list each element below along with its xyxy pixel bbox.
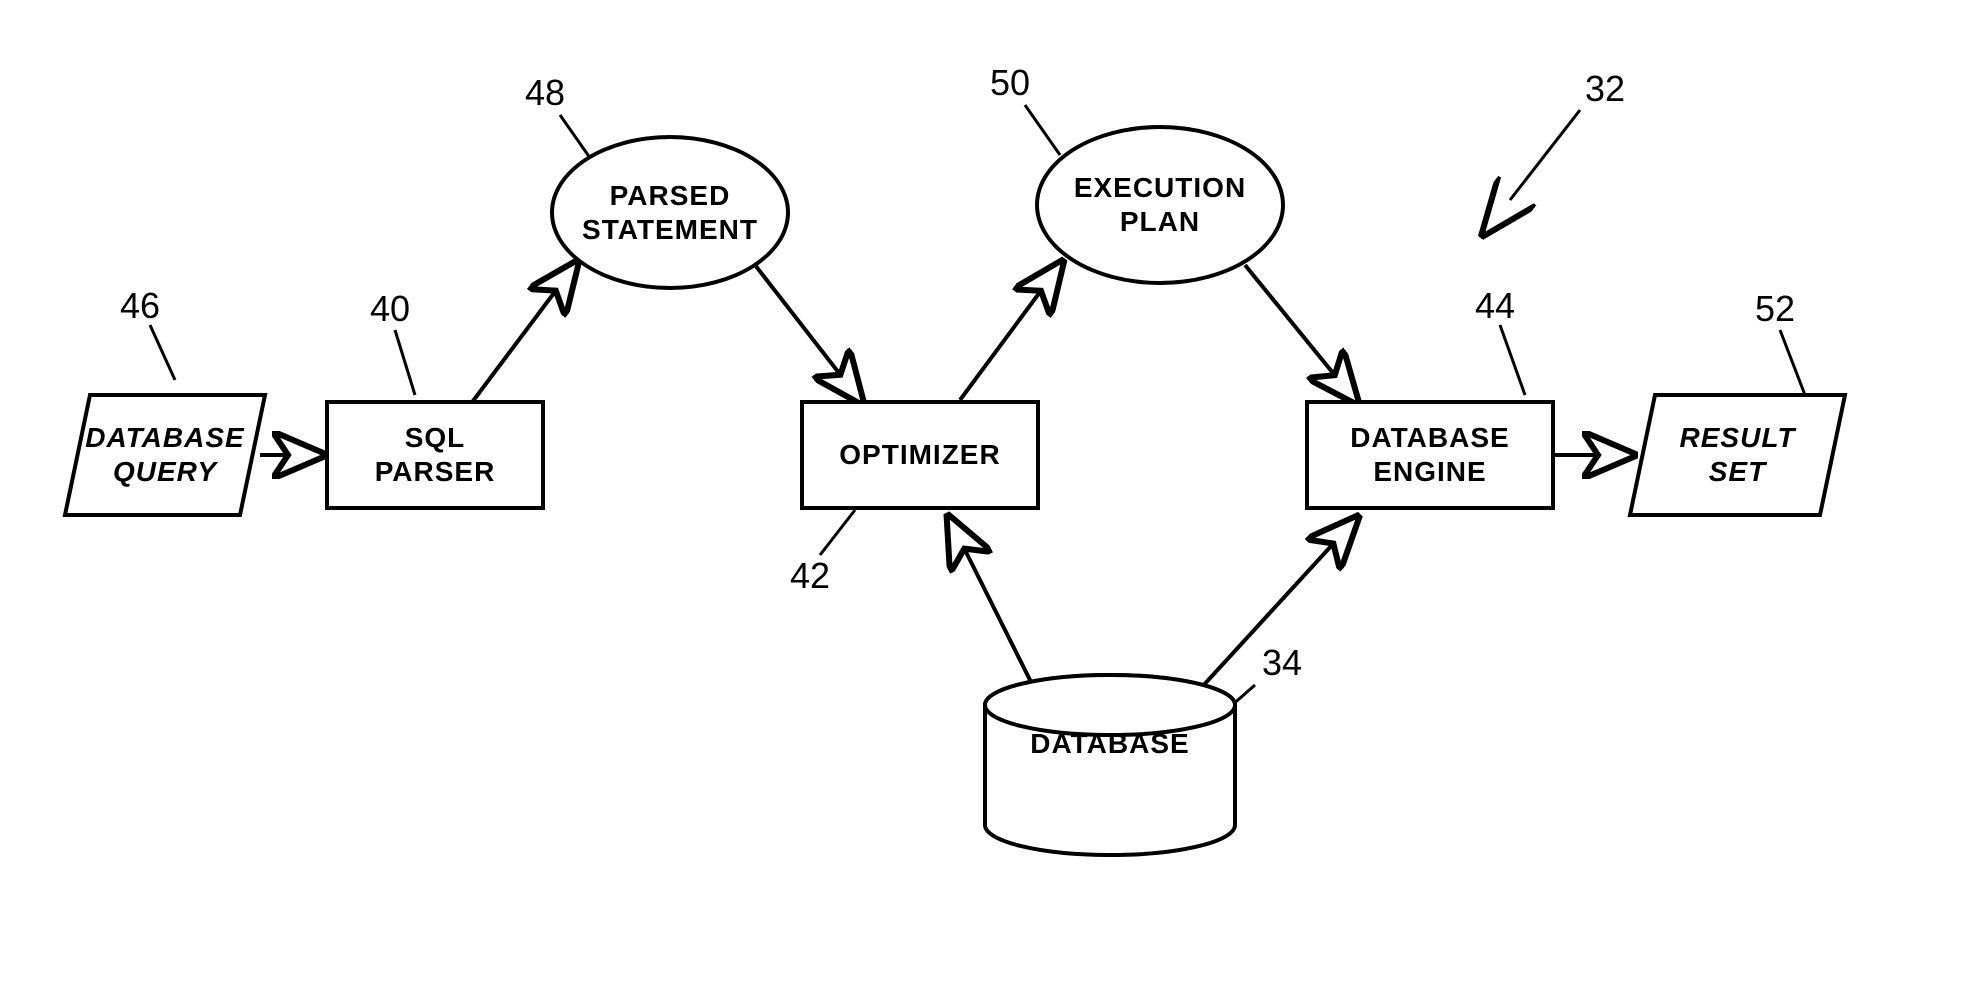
- ref-32: 32: [1585, 68, 1625, 110]
- database-query-label: DATABASEQUERY: [85, 421, 244, 488]
- ref-48: 48: [525, 72, 565, 114]
- execution-plan-label: EXECUTIONPLAN: [1074, 171, 1246, 238]
- sql-parser-label: SQLPARSER: [375, 421, 496, 488]
- ref-46: 46: [120, 285, 160, 327]
- database-query-node: DATABASEQUERY: [60, 390, 270, 520]
- database-label: DATABASE: [1030, 727, 1189, 761]
- parsed-statement-label: PARSEDSTATEMENT: [582, 179, 758, 246]
- optimizer-node: OPTIMIZER: [800, 400, 1040, 510]
- result-set-label: RESULTSET: [1680, 421, 1796, 488]
- optimizer-label: OPTIMIZER: [839, 438, 1000, 472]
- result-set-node: RESULTSET: [1625, 390, 1850, 520]
- ref-50: 50: [990, 62, 1030, 104]
- database-engine-label: DATABASEENGINE: [1350, 421, 1509, 488]
- execution-plan-node: EXECUTIONPLAN: [1035, 125, 1285, 285]
- ref-44: 44: [1475, 285, 1515, 327]
- parsed-statement-node: PARSEDSTATEMENT: [550, 135, 790, 290]
- ref-42: 42: [790, 555, 830, 597]
- ref-52: 52: [1755, 288, 1795, 330]
- sql-parser-node: SQLPARSER: [325, 400, 545, 510]
- ref-34: 34: [1262, 642, 1302, 684]
- database-node: DATABASE: [980, 670, 1240, 860]
- database-engine-node: DATABASEENGINE: [1305, 400, 1555, 510]
- ref-40: 40: [370, 288, 410, 330]
